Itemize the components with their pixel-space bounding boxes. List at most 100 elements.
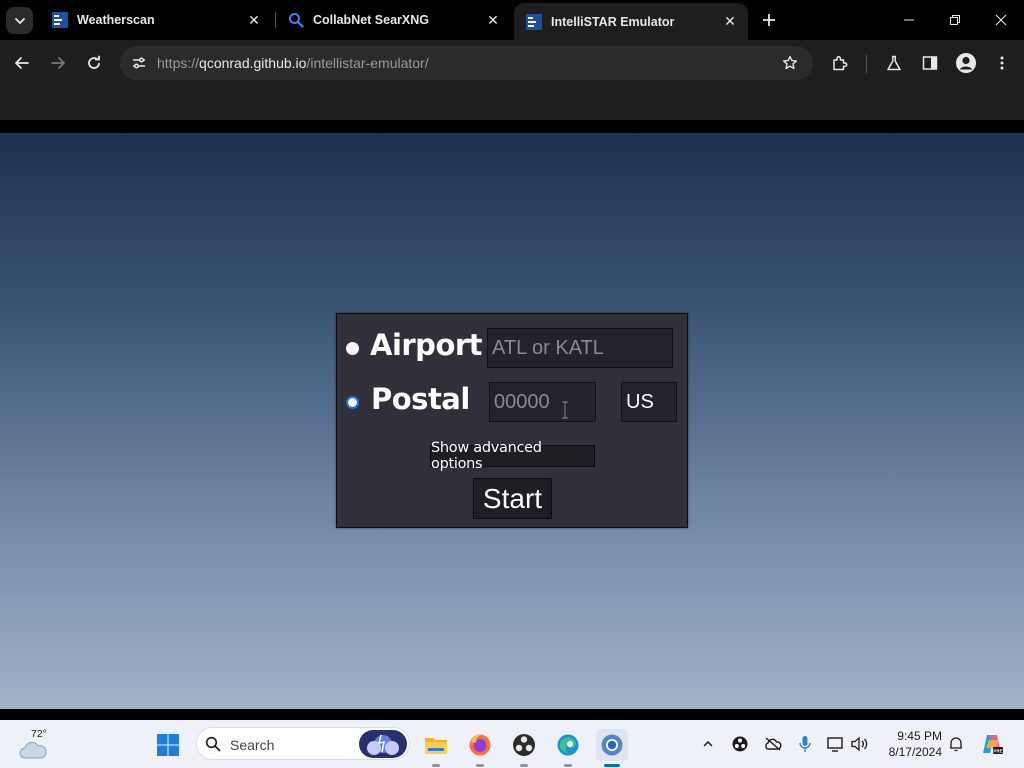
url-host: qconrad.github.io (199, 55, 307, 71)
close-tab-icon[interactable]: ✕ (485, 12, 501, 28)
puzzle-piece-icon (833, 56, 848, 71)
search-highlight-image (359, 730, 407, 758)
taskbar-clock[interactable]: 9:45 PM 8/17/2024 (880, 728, 942, 760)
taskbar-firefox[interactable] (464, 729, 496, 767)
taskbar-file-explorer[interactable] (420, 729, 452, 767)
close-window-button[interactable] (978, 0, 1024, 40)
tab-title: Weatherscan (77, 13, 155, 27)
copilot-button[interactable]: PRE (980, 732, 1004, 756)
url-scheme: https:// (157, 55, 200, 71)
weather-channel-favicon-icon (52, 12, 68, 28)
tray-microphone[interactable] (795, 734, 815, 754)
flask-icon (887, 55, 901, 71)
page-bottom-strip (0, 709, 1024, 720)
start-button[interactable]: Start (473, 478, 552, 519)
taskbar-obs[interactable] (508, 729, 540, 767)
restore-button[interactable] (932, 0, 978, 40)
obs-icon (513, 734, 535, 756)
postal-code-input[interactable]: 00000 (489, 382, 596, 422)
postal-radio[interactable] (346, 396, 359, 409)
windows-start-button[interactable] (156, 733, 180, 757)
tray-volume[interactable] (850, 734, 870, 754)
running-indicator (432, 764, 440, 767)
new-tab-button[interactable] (757, 8, 781, 32)
tab-intellistar[interactable]: IntelliSTAR Emulator ✕ (514, 3, 748, 40)
url-text: https://qconrad.github.io/intellistar-em… (157, 55, 429, 71)
tab-strip: Weatherscan ✕ CollabNet SearXNG ✕ Intell… (0, 0, 1024, 40)
tab-search-button[interactable] (6, 7, 33, 34)
chrome-icon (601, 734, 623, 756)
tab-weatherscan[interactable]: Weatherscan ✕ (40, 4, 272, 36)
labs-button[interactable] (879, 48, 909, 78)
close-tab-icon[interactable]: ✕ (246, 12, 262, 28)
taskbar-edge[interactable] (552, 729, 584, 767)
taskbar-chrome[interactable] (596, 729, 628, 767)
address-bar[interactable]: https://qconrad.github.io/intellistar-em… (120, 46, 813, 80)
more-vertical-icon (1000, 56, 1004, 70)
weather-channel-favicon-icon (526, 13, 542, 30)
notifications-button[interactable] (946, 734, 966, 754)
weather-temperature: 72° (31, 728, 47, 740)
airport-input[interactable]: ATL or KATL (487, 328, 673, 368)
tab-searxng[interactable]: CollabNet SearXNG ✕ (276, 4, 511, 36)
show-hidden-icons-button[interactable] (698, 734, 718, 754)
search-icon (205, 736, 221, 752)
copilot-icon: PRE (983, 735, 1003, 754)
show-advanced-options-button[interactable]: Show advanced options (430, 440, 595, 472)
weather-widget[interactable]: 72° (18, 728, 58, 762)
running-indicator (604, 764, 620, 767)
cloud-offline-icon (765, 737, 782, 751)
firefox-icon (469, 734, 491, 756)
running-indicator (476, 764, 484, 767)
page-top-strip (0, 120, 1024, 133)
airport-label: Airport (370, 328, 483, 362)
airport-placeholder: ATL or KATL (492, 336, 604, 359)
chevron-up-icon (703, 740, 713, 747)
svg-text:PRE: PRE (993, 749, 1002, 754)
reload-button[interactable] (79, 48, 109, 78)
bookmark-star-icon[interactable] (779, 52, 801, 74)
clock-time: 9:45 PM (897, 729, 942, 743)
screen: Weatherscan ✕ CollabNet SearXNG ✕ Intell… (0, 0, 1024, 768)
close-icon (995, 14, 1007, 26)
postal-label: Postal (371, 382, 470, 416)
reload-icon (88, 55, 100, 69)
clock-date: 8/17/2024 (888, 745, 942, 759)
text-cursor-icon (562, 401, 568, 419)
arrow-right-icon (51, 57, 65, 69)
profile-button[interactable] (951, 48, 981, 78)
airport-radio[interactable] (346, 342, 359, 355)
minimize-icon (904, 19, 914, 21)
search-placeholder: Search (230, 737, 275, 753)
speaker-icon (851, 736, 868, 752)
close-tab-icon[interactable]: ✕ (722, 13, 738, 30)
obs-tray-icon (732, 736, 748, 752)
microphone-icon (799, 736, 811, 752)
tab-title: IntelliSTAR Emulator (551, 14, 675, 29)
taskbar-search[interactable]: Search (196, 727, 410, 760)
url-path: /intellistar-emulator/ (306, 55, 429, 71)
taskbar: 72° Search 9:45 PM 8/17/2024 PRE (0, 720, 1024, 768)
extensions-button[interactable] (825, 48, 855, 78)
restore-icon (950, 15, 960, 25)
browser-toolbar: https://qconrad.github.io/intellistar-em… (0, 40, 1024, 86)
forward-button[interactable] (43, 48, 73, 78)
site-info-icon[interactable] (128, 52, 150, 74)
tray-onedrive[interactable] (763, 734, 783, 754)
back-button[interactable] (7, 48, 37, 78)
minimize-button[interactable] (886, 0, 932, 40)
edge-icon (557, 734, 579, 756)
country-code-input[interactable]: US (621, 382, 677, 422)
avatar-icon (956, 53, 976, 73)
menu-button[interactable] (987, 48, 1017, 78)
location-form-panel: Airport ATL or KATL Postal 00000 US Show… (336, 313, 688, 528)
toolbar-divider (866, 55, 867, 73)
side-panel-button[interactable] (915, 48, 945, 78)
folder-icon (425, 738, 447, 754)
tray-display[interactable] (826, 734, 846, 754)
windows-logo-icon (157, 734, 179, 756)
plus-icon (763, 14, 775, 26)
postal-placeholder: 00000 (494, 390, 550, 413)
tray-obs[interactable] (730, 734, 750, 754)
country-code-value: US (626, 390, 654, 413)
